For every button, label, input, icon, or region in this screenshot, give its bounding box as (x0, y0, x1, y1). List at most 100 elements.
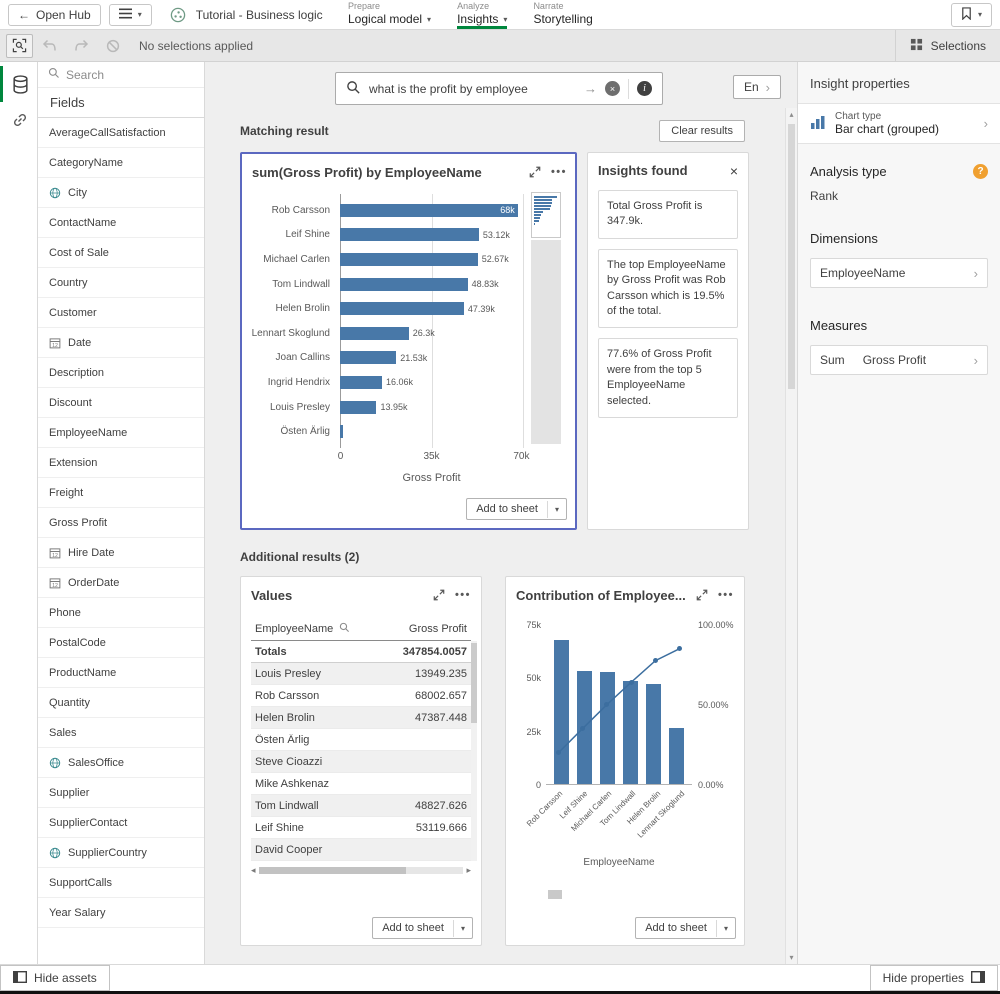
selections-tool-button[interactable]: Selections (895, 30, 1000, 61)
field-item[interactable]: Year Salary (38, 898, 204, 928)
expand-icon[interactable] (433, 589, 445, 601)
field-item[interactable]: 12Date (38, 328, 204, 358)
more-menu-icon[interactable]: ••• (455, 589, 471, 601)
dimension-item[interactable]: EmployeeName › (810, 258, 988, 288)
table-row[interactable]: Östen Ärlig (251, 729, 471, 751)
expand-icon[interactable] (529, 166, 541, 178)
bar-chart-card[interactable]: sum(Gross Profit) by EmployeeName ••• Ro… (240, 152, 577, 530)
nav-prepare[interactable]: Prepare Logical model▾ (348, 0, 431, 29)
values-table-card[interactable]: Values ••• EmployeeName Gross Profit (240, 576, 482, 946)
more-menu-icon[interactable]: ••• (551, 166, 567, 178)
scroll-up-arrow-icon[interactable]: ▴ (786, 110, 797, 119)
bar[interactable]: 68k (340, 204, 518, 217)
field-item[interactable]: ProductName (38, 658, 204, 688)
table-horizontal-scrollbar[interactable]: ◂ ▸ (251, 865, 471, 876)
field-item[interactable]: CategoryName (38, 148, 204, 178)
field-item[interactable]: Extension (38, 448, 204, 478)
field-item[interactable]: Freight (38, 478, 204, 508)
field-item[interactable]: Description (38, 358, 204, 388)
bar[interactable] (340, 351, 396, 364)
add-to-sheet-button[interactable]: Add to sheet ▾ (372, 917, 473, 939)
more-menu-icon[interactable]: ••• (718, 589, 734, 601)
field-item[interactable]: Sales (38, 718, 204, 748)
close-icon[interactable]: × (730, 164, 738, 178)
scroll-down-arrow-icon[interactable]: ▾ (786, 953, 797, 962)
table-row[interactable]: Helen Brolin47387.448 (251, 707, 471, 729)
field-item[interactable]: SupplierCountry (38, 838, 204, 868)
table-row[interactable]: Steve Cioazzi (251, 751, 471, 773)
field-item[interactable]: SupplierContact (38, 808, 204, 838)
scrollbar-track[interactable] (259, 867, 464, 874)
bar[interactable] (340, 278, 468, 291)
expand-icon[interactable] (696, 589, 708, 601)
info-icon[interactable]: i (637, 81, 652, 96)
hide-assets-button[interactable]: Hide assets (0, 965, 110, 991)
field-item[interactable]: AverageCallSatisfaction (38, 118, 204, 148)
bar[interactable] (340, 302, 464, 315)
open-hub-button[interactable]: ← Open Hub (8, 4, 101, 26)
scroll-right-arrow-icon[interactable]: ▸ (466, 866, 471, 875)
table-row[interactable]: David Cooper (251, 839, 471, 861)
chart-type-row[interactable]: Chart type Bar chart (grouped) › (798, 103, 1000, 144)
clear-selections-icon[interactable] (97, 39, 129, 53)
table-row[interactable]: Mike Ashkenaz (251, 773, 471, 795)
field-item[interactable]: SupportCalls (38, 868, 204, 898)
field-item[interactable]: 12Hire Date (38, 538, 204, 568)
field-item[interactable]: PostalCode (38, 628, 204, 658)
field-item[interactable]: EmployeeName (38, 418, 204, 448)
links-panel-tab[interactable] (0, 102, 37, 138)
assets-search-input[interactable]: Search (38, 62, 204, 88)
search-selections-button[interactable] (6, 34, 33, 58)
insight-item[interactable]: The top EmployeeName by Gross Profit was… (598, 249, 738, 329)
bar[interactable] (340, 327, 409, 340)
bar[interactable] (340, 401, 376, 414)
bar[interactable] (340, 376, 382, 389)
field-item[interactable]: Discount (38, 388, 204, 418)
field-item[interactable]: Customer (38, 298, 204, 328)
bar[interactable] (340, 228, 479, 241)
bar[interactable] (340, 253, 478, 266)
scrollbar-thumb[interactable] (788, 124, 795, 389)
field-item[interactable]: Cost of Sale (38, 238, 204, 268)
app-menu-button[interactable]: ▾ (109, 4, 152, 26)
field-item[interactable]: 12OrderDate (38, 568, 204, 598)
hide-properties-button[interactable]: Hide properties (870, 965, 998, 991)
insight-search-input[interactable]: what is the profit by employee → × i (335, 72, 663, 105)
insight-item[interactable]: Total Gross Profit is 347.9k. (598, 190, 738, 239)
field-item[interactable]: SalesOffice (38, 748, 204, 778)
main-scrollbar[interactable]: ▴ ▾ (785, 108, 797, 964)
field-item[interactable]: Supplier (38, 778, 204, 808)
clear-search-icon[interactable]: × (605, 81, 620, 96)
table-row[interactable]: Leif Shine53119.666 (251, 817, 471, 839)
submit-arrow-icon[interactable]: → (584, 81, 597, 96)
measure-item[interactable]: Sum Gross Profit › (810, 345, 988, 375)
search-icon[interactable] (339, 622, 350, 636)
field-item[interactable]: Gross Profit (38, 508, 204, 538)
field-item[interactable]: Phone (38, 598, 204, 628)
nav-analyze[interactable]: Analyze Insights▾ (457, 0, 507, 29)
chart-minimap[interactable] (531, 192, 561, 238)
step-forward-icon[interactable] (65, 39, 97, 52)
contribution-chart-card[interactable]: Contribution of Employee... ••• 75k50k25… (505, 576, 745, 946)
table-vertical-scrollbar[interactable] (471, 641, 477, 861)
table-row[interactable]: Tom Lindwall48827.626 (251, 795, 471, 817)
bookmark-button[interactable]: ▾ (951, 3, 992, 27)
field-item[interactable]: City (38, 178, 204, 208)
scrollbar-thumb[interactable] (259, 867, 407, 874)
insight-item[interactable]: 77.6% of Gross Profit were from the top … (598, 338, 738, 418)
field-item[interactable]: ContactName (38, 208, 204, 238)
fields-panel-tab[interactable] (0, 66, 37, 102)
bar[interactable] (340, 425, 343, 438)
language-button[interactable]: En › (733, 75, 781, 99)
table-row[interactable]: Louis Presley13949.235 (251, 663, 471, 685)
field-item[interactable]: Country (38, 268, 204, 298)
clear-results-button[interactable]: Clear results (659, 120, 745, 142)
help-icon[interactable]: ? (973, 164, 988, 179)
chart-scrollbar-track[interactable] (531, 240, 561, 444)
table-row[interactable]: Rob Carsson68002.657 (251, 685, 471, 707)
field-item[interactable]: Quantity (38, 688, 204, 718)
scroll-left-arrow-icon[interactable]: ◂ (251, 866, 256, 875)
nav-narrate[interactable]: Narrate Storytelling (533, 0, 592, 29)
add-to-sheet-button[interactable]: Add to sheet ▾ (466, 498, 567, 520)
add-to-sheet-button[interactable]: Add to sheet ▾ (635, 917, 736, 939)
